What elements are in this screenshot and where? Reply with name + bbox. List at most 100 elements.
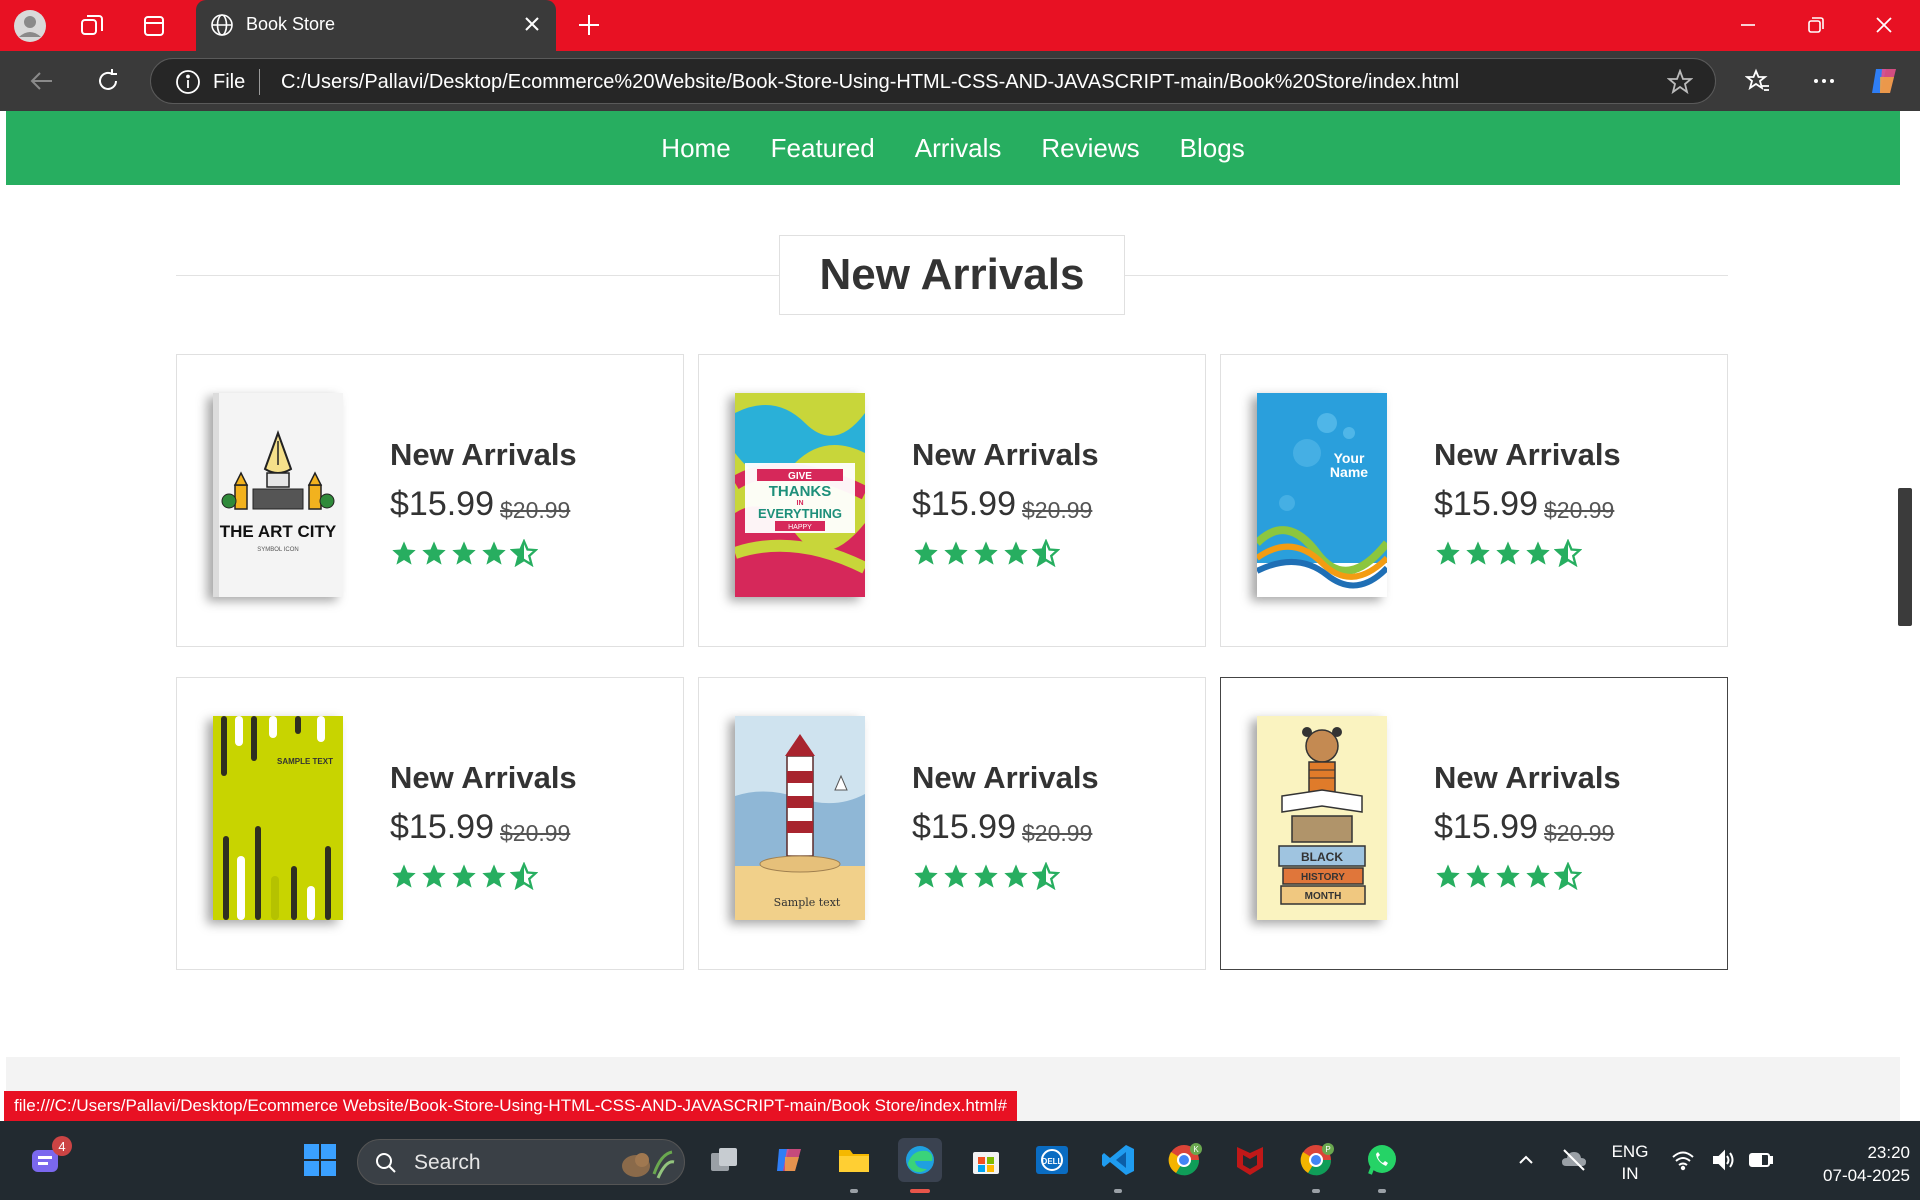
chrome-p-icon[interactable]: P (1294, 1138, 1338, 1182)
your-name-line-2: Name (1330, 464, 1368, 480)
running-indicator (1114, 1189, 1122, 1193)
star-rating (390, 862, 538, 890)
url-text[interactable]: C:/Users/Pallavi/Desktop/Ecommerce%20Web… (281, 71, 1459, 94)
chrome-profile-k: K (1193, 1145, 1199, 1154)
nav-link-featured[interactable]: Featured (771, 133, 875, 164)
profile-avatar-icon[interactable] (12, 8, 48, 44)
search-highlight-icon (622, 1150, 675, 1179)
notification-badge: 4 (52, 1136, 72, 1156)
sample-text-label: SAMPLE TEXT (277, 757, 333, 766)
product-card[interactable]: THE ART CITY SYMBOL ICON New Arrivals $1… (176, 354, 684, 647)
close-tab-icon[interactable] (520, 12, 544, 36)
thanks-line-2: THANKS (769, 483, 832, 500)
copilot-taskbar-icon[interactable] (768, 1138, 812, 1182)
system-clock[interactable]: 23:20 07-04-2025 (1790, 1141, 1910, 1187)
back-arrow-icon[interactable] (24, 63, 60, 99)
volume-icon[interactable] (1708, 1138, 1738, 1182)
star-full-icon (482, 864, 506, 888)
star-full-icon (452, 864, 476, 888)
whatsapp-icon[interactable] (1360, 1138, 1404, 1182)
close-window-button[interactable] (1862, 6, 1906, 44)
more-options-icon[interactable] (1806, 63, 1842, 99)
edge-browser-icon[interactable] (898, 1138, 942, 1182)
battery-icon[interactable] (1746, 1138, 1776, 1182)
book-cover-art-city: THE ART CITY SYMBOL ICON (213, 393, 343, 597)
product-title[interactable]: New Arrivals (390, 760, 577, 796)
star-full-icon (452, 541, 476, 565)
product-title[interactable]: New Arrivals (912, 437, 1099, 473)
nav-link-home[interactable]: Home (661, 133, 730, 164)
nav-link-blogs[interactable]: Blogs (1180, 133, 1245, 164)
copilot-icon[interactable] (1866, 63, 1902, 99)
product-title[interactable]: New Arrivals (912, 760, 1099, 796)
product-card[interactable]: Sample text New Arrivals $15.99 $20.99 (698, 677, 1206, 970)
browser-title-bar: Book Store (0, 0, 1920, 51)
windows-start-icon[interactable] (298, 1138, 342, 1182)
teams-chat-icon[interactable]: 4 (24, 1136, 72, 1182)
product-title[interactable]: New Arrivals (390, 437, 577, 473)
favorite-star-icon[interactable] (1667, 69, 1693, 95)
file-explorer-icon[interactable] (832, 1138, 876, 1182)
search-placeholder: Search (414, 1151, 481, 1174)
product-old-price: $20.99 (1544, 497, 1615, 523)
star-rating (1434, 862, 1582, 890)
chrome-k-icon[interactable]: K (1162, 1138, 1206, 1182)
onedrive-offline-icon[interactable] (1554, 1138, 1594, 1182)
star-full-icon (1496, 541, 1520, 565)
address-bar[interactable]: File C:/Users/Pallavi/Desktop/Ecommerce%… (150, 58, 1716, 104)
product-card[interactable]: SAMPLE TEXT New Arrivals $15.99 $20.99 (176, 677, 684, 970)
star-full-icon (1526, 864, 1550, 888)
star-half-icon (1032, 862, 1060, 890)
favorites-icon[interactable] (1740, 63, 1776, 99)
black-history-line-2: HISTORY (1301, 872, 1345, 883)
tab-actions-icon[interactable] (136, 8, 172, 44)
art-city-subtitle: SYMBOL ICON (257, 547, 298, 553)
taskbar-search-box[interactable]: Search (357, 1139, 685, 1185)
restore-button[interactable] (1794, 6, 1838, 44)
microsoft-store-icon[interactable] (964, 1138, 1008, 1182)
show-hidden-icons-chevron-icon[interactable] (1506, 1138, 1546, 1182)
wifi-icon[interactable] (1668, 1138, 1698, 1182)
new-tab-button[interactable] (572, 8, 606, 42)
star-full-icon (1004, 864, 1028, 888)
refresh-icon[interactable] (90, 63, 126, 99)
product-price: $15.99 (390, 808, 494, 846)
star-full-icon (944, 541, 968, 565)
task-view-icon[interactable] (702, 1138, 746, 1182)
dell-app-icon[interactable]: DELL (1030, 1138, 1074, 1182)
star-full-icon (1004, 541, 1028, 565)
star-half-icon (510, 539, 538, 567)
star-full-icon (974, 541, 998, 565)
product-price: $15.99 (912, 485, 1016, 523)
page-scrollbar-thumb[interactable] (1898, 488, 1912, 626)
star-full-icon (1436, 541, 1460, 565)
product-old-price: $20.99 (1544, 820, 1615, 846)
info-icon[interactable] (175, 69, 201, 95)
product-title[interactable]: New Arrivals (1434, 437, 1621, 473)
product-price: $15.99 (1434, 485, 1538, 523)
star-full-icon (422, 864, 446, 888)
black-history-line-1: BLACK (1301, 850, 1343, 864)
vscode-icon[interactable] (1096, 1138, 1140, 1182)
star-rating (912, 862, 1060, 890)
book-cover-lighthouse: Sample text (735, 716, 865, 920)
nav-link-reviews[interactable]: Reviews (1041, 133, 1139, 164)
product-card-hovered[interactable]: BLACK HISTORY MONTH New Arrivals $15.99 … (1220, 677, 1728, 970)
svg-text:DELL: DELL (1042, 1157, 1063, 1166)
tab-book-store[interactable]: Book Store (196, 0, 556, 51)
minimize-button[interactable] (1726, 6, 1770, 44)
star-half-icon (510, 862, 538, 890)
book-cover-give-thanks: GIVE THANKS IN EVERYTHING HAPPY (735, 393, 865, 597)
product-card[interactable]: GIVE THANKS IN EVERYTHING HAPPY New Arri… (698, 354, 1206, 647)
star-half-icon (1554, 862, 1582, 890)
black-history-line-3: MONTH (1305, 891, 1342, 902)
mcafee-icon[interactable] (1228, 1138, 1272, 1182)
star-full-icon (974, 864, 998, 888)
running-indicator (1312, 1189, 1320, 1193)
nav-link-arrivals[interactable]: Arrivals (915, 133, 1002, 164)
product-title[interactable]: New Arrivals (1434, 760, 1621, 796)
input-language[interactable]: ENG IN (1604, 1141, 1656, 1185)
star-full-icon (422, 541, 446, 565)
product-card[interactable]: Your Name New Arrivals $15.99 $20.99 (1220, 354, 1728, 647)
workspaces-icon[interactable] (74, 8, 110, 44)
